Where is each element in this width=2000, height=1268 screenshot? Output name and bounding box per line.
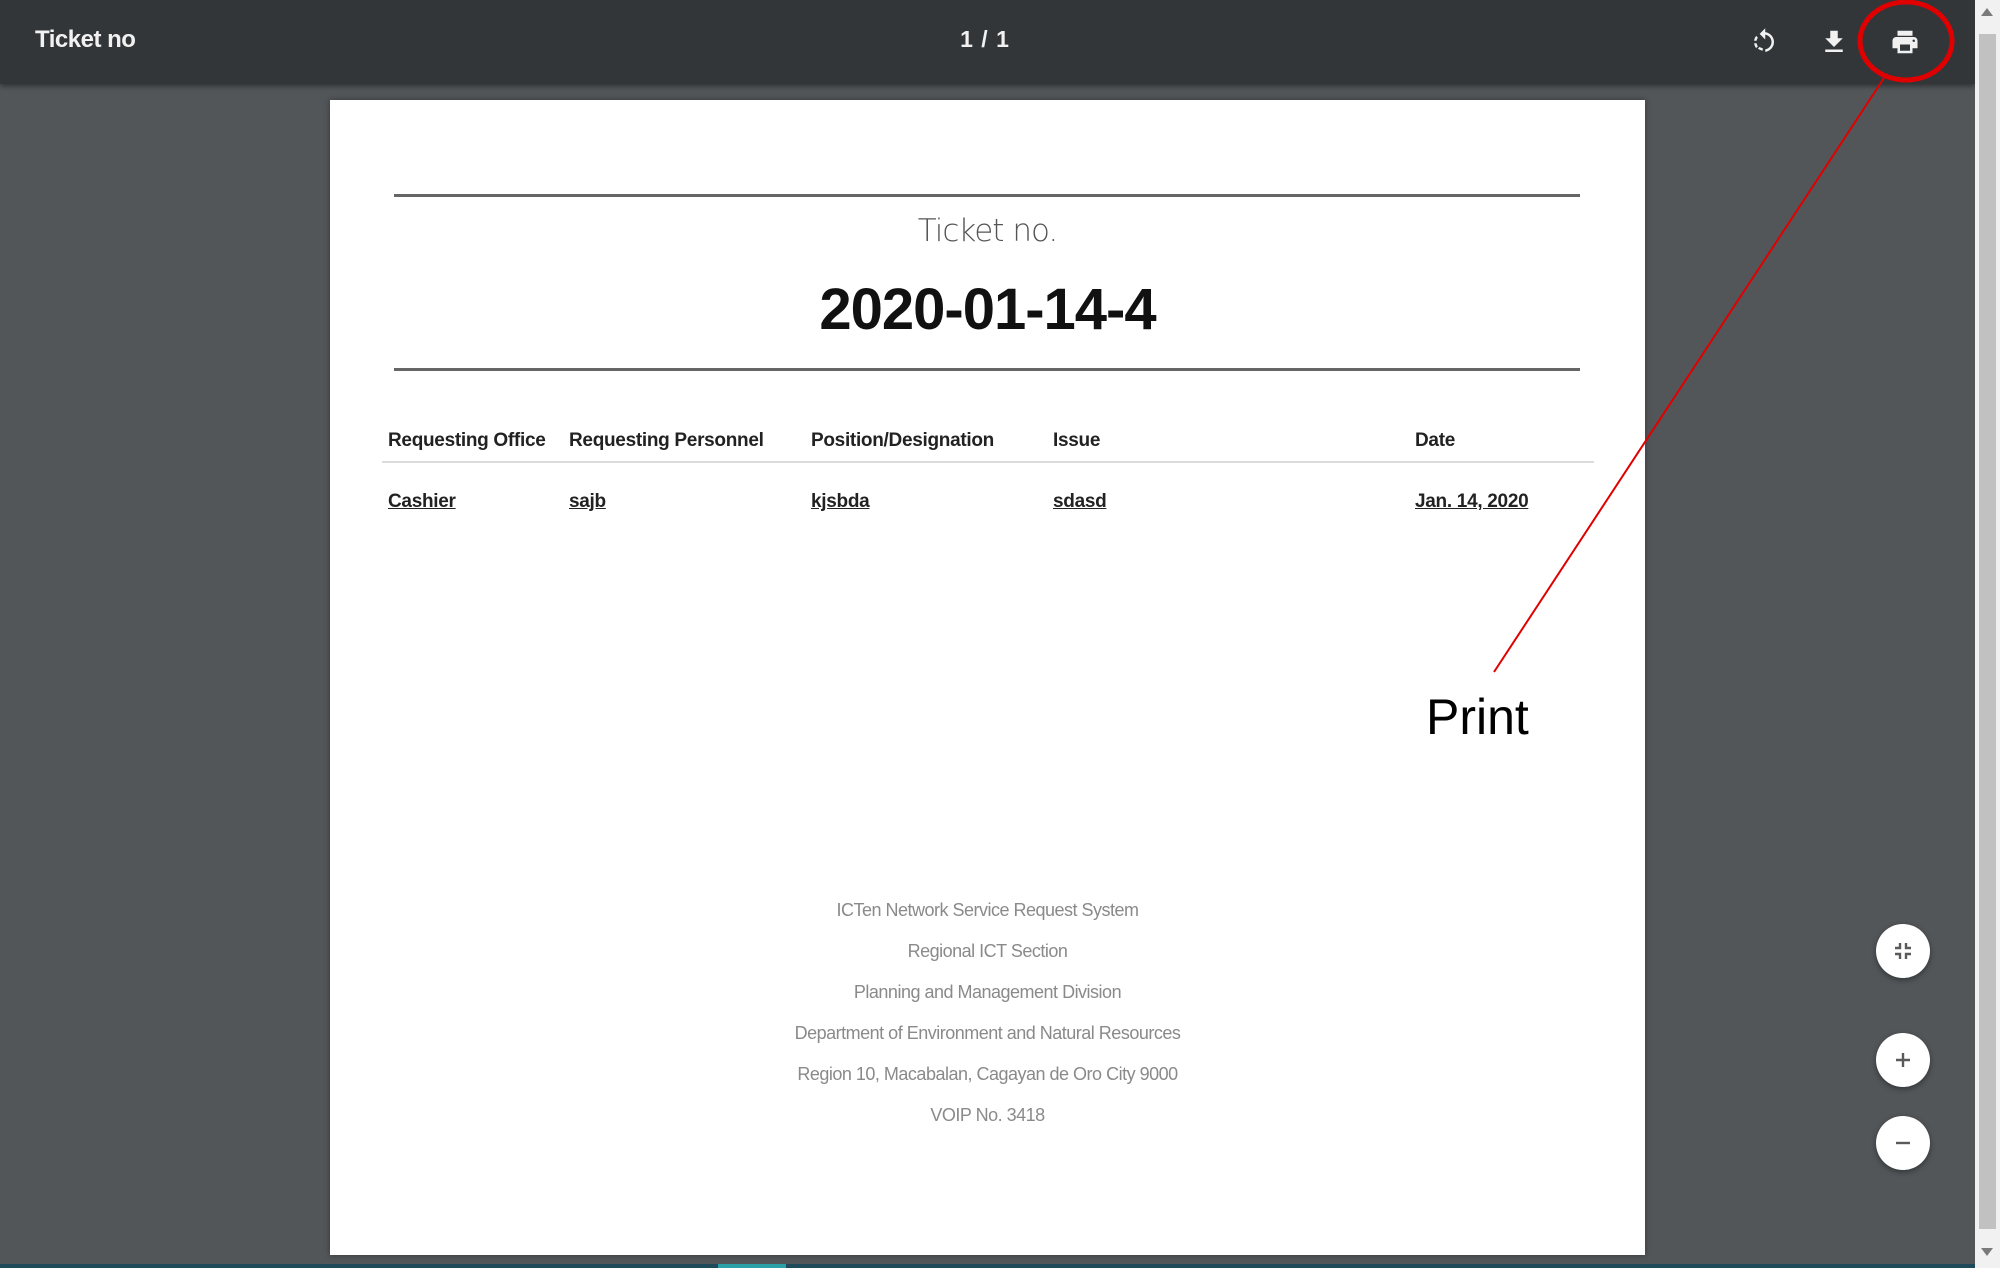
header-position: Position/Designation (805, 420, 1047, 463)
download-button[interactable] (1810, 18, 1858, 66)
minus-icon (1896, 1141, 1910, 1145)
taskbar-highlight (718, 1264, 786, 1268)
pdf-page: Ticket no. 2020-01-14-4 Requesting Offic… (330, 100, 1645, 1255)
ticket-number: 2020-01-14-4 (819, 277, 1156, 342)
zoom-in-button[interactable] (1876, 1033, 1930, 1087)
table-header-row: Requesting Office Requesting Personnel P… (382, 420, 1594, 463)
download-icon (1825, 30, 1843, 52)
scroll-up-arrow[interactable] (1981, 8, 1993, 16)
print-icon (1892, 30, 1918, 54)
cell-issue: sdasd (1053, 491, 1107, 512)
fit-to-page-icon (1895, 943, 1911, 959)
document-footer: ICTen Network Service Request System Reg… (330, 890, 1645, 1136)
header-issue: Issue (1047, 420, 1409, 463)
print-callout-label: Print (1426, 689, 1529, 745)
pdf-toolbar: Ticket no 1 / 1 (0, 0, 1975, 84)
footer-line: Region 10, Macabalan, Cagayan de Oro Cit… (797, 1064, 1178, 1084)
vertical-scrollbar[interactable] (1975, 0, 2000, 1268)
cell-position: kjsbda (811, 491, 870, 512)
rotate-icon (1754, 28, 1774, 52)
top-divider (394, 194, 1580, 197)
rotate-button[interactable] (1740, 18, 1788, 66)
bottom-divider (394, 368, 1580, 371)
fit-to-page-button[interactable] (1876, 924, 1930, 978)
taskbar-edge (0, 1264, 1975, 1268)
header-date: Date (1409, 420, 1594, 463)
zoom-out-button[interactable] (1876, 1116, 1930, 1170)
plus-icon (1896, 1053, 1910, 1067)
table-row: Cashier sajb kjsbda sdasd Jan. 14, 2020 (382, 462, 1594, 523)
header-requesting-office: Requesting Office (382, 420, 563, 463)
cell-date: Jan. 14, 2020 (1415, 491, 1529, 512)
header-requesting-personnel: Requesting Personnel (563, 420, 805, 463)
footer-line: ICTen Network Service Request System (836, 900, 1139, 920)
cell-requesting-office: Cashier (388, 491, 456, 512)
footer-line: Regional ICT Section (907, 941, 1068, 961)
footer-line: Planning and Management Division (853, 982, 1122, 1002)
print-button[interactable] (1881, 18, 1929, 66)
footer-line: VOIP No. 3418 (930, 1105, 1045, 1125)
cell-requesting-personnel: sajb (569, 491, 606, 512)
scroll-thumb[interactable] (1979, 34, 1996, 1229)
ticket-details-table: Requesting Office Requesting Personnel P… (382, 420, 1594, 523)
footer-line: Department of Environment and Natural Re… (794, 1023, 1181, 1043)
document-title: Ticket no (35, 26, 136, 53)
ticket-label: Ticket no. (917, 213, 1059, 249)
page-indicator: 1 / 1 (960, 26, 1010, 52)
scroll-down-arrow[interactable] (1981, 1248, 1993, 1256)
